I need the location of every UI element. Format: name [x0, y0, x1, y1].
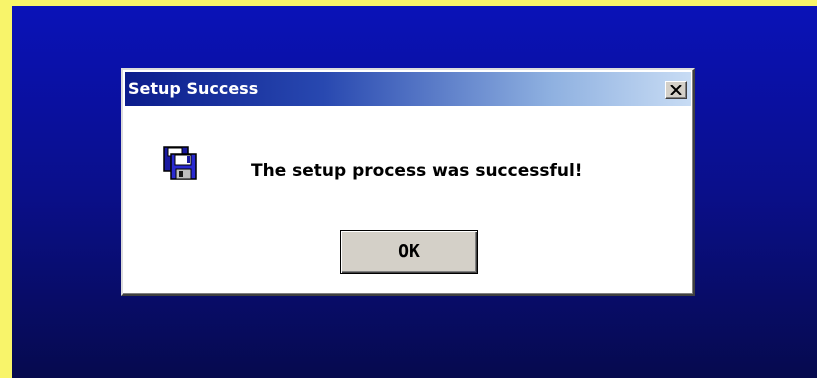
- desktop-background: Setup Success The setup process was succ…: [12, 6, 817, 378]
- floppy-disk-icon: [163, 146, 197, 180]
- ok-button[interactable]: OK: [340, 230, 478, 274]
- close-button[interactable]: [665, 81, 687, 99]
- dialog-message: The setup process was successful!: [251, 161, 583, 181]
- dialog-title: Setup Success: [128, 79, 259, 98]
- setup-success-dialog: Setup Success The setup process was succ…: [121, 68, 695, 296]
- close-icon: [670, 85, 682, 95]
- dialog-body: The setup process was successful! OK: [125, 106, 691, 292]
- title-bar[interactable]: Setup Success: [125, 72, 691, 106]
